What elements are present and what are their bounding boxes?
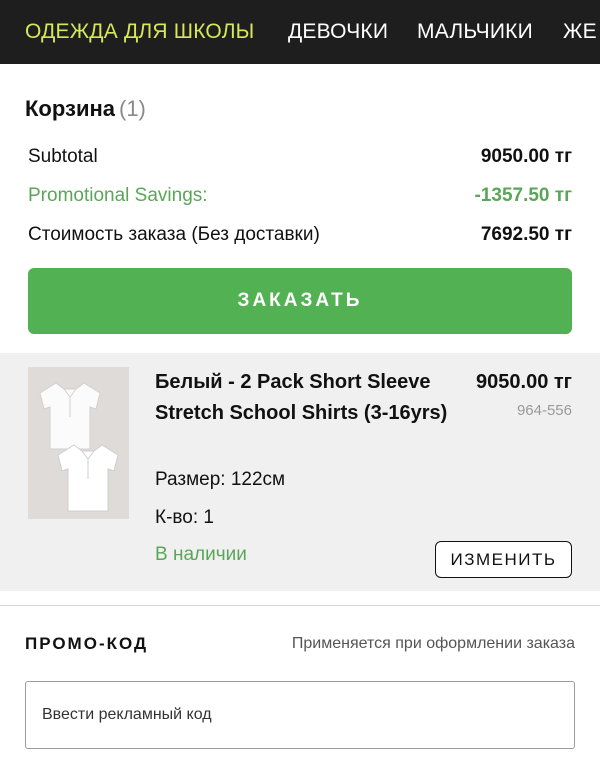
shirt-icon: [39, 382, 119, 512]
edit-item-button[interactable]: ИЗМЕНИТЬ: [435, 541, 572, 578]
promo-code-note: Применяется при оформлении заказа: [291, 635, 575, 652]
top-category-nav: ОДЕЖДА ДЛЯ ШКОЛЫ ДЕВОЧКИ МАЛЬЧИКИ ЖЕ: [0, 0, 600, 64]
cart-title: Корзина (1): [25, 96, 146, 122]
item-size: Размер: 122см: [155, 469, 286, 490]
cart-item: Белый - 2 Pack Short Sleeve Stretch Scho…: [0, 353, 600, 591]
item-stock-status: В наличии: [155, 544, 247, 565]
nav-item-women[interactable]: ЖЕ: [563, 0, 597, 64]
order-button[interactable]: ЗАКАЗАТЬ: [28, 268, 572, 334]
promo-savings-row: Promotional Savings: -1357.50 тг: [28, 185, 572, 211]
item-quantity: К-во: 1: [155, 507, 214, 528]
nav-item-girls[interactable]: ДЕВОЧКИ: [288, 0, 388, 64]
cart-item-count: (1): [119, 96, 146, 121]
promo-savings-label: Promotional Savings:: [28, 185, 208, 206]
nav-item-school-clothing[interactable]: ОДЕЖДА ДЛЯ ШКОЛЫ: [25, 0, 254, 64]
section-divider: [0, 605, 600, 606]
promo-savings-value: -1357.50 тг: [474, 185, 572, 206]
cart-title-label: Корзина: [25, 96, 115, 121]
order-total-row: Стоимость заказа (Без доставки) 7692.50 …: [28, 224, 572, 250]
item-name[interactable]: Белый - 2 Pack Short Sleeve Stretch Scho…: [155, 367, 455, 429]
nav-item-boys[interactable]: МАЛЬЧИКИ: [417, 0, 533, 64]
order-total-label: Стоимость заказа (Без доставки): [28, 224, 320, 245]
subtotal-label: Subtotal: [28, 146, 98, 167]
item-sku: 964-556: [516, 402, 572, 419]
subtotal-value: 9050.00 тг: [480, 146, 572, 167]
white-shirts-product-image[interactable]: [28, 367, 129, 519]
order-total-value: 7692.50 тг: [480, 224, 572, 245]
promo-code-input[interactable]: [25, 681, 575, 749]
promo-code-title: ПРОМО-КОД: [25, 634, 149, 653]
subtotal-row: Subtotal 9050.00 тг: [28, 146, 572, 172]
item-price: 9050.00 тг: [476, 371, 572, 393]
